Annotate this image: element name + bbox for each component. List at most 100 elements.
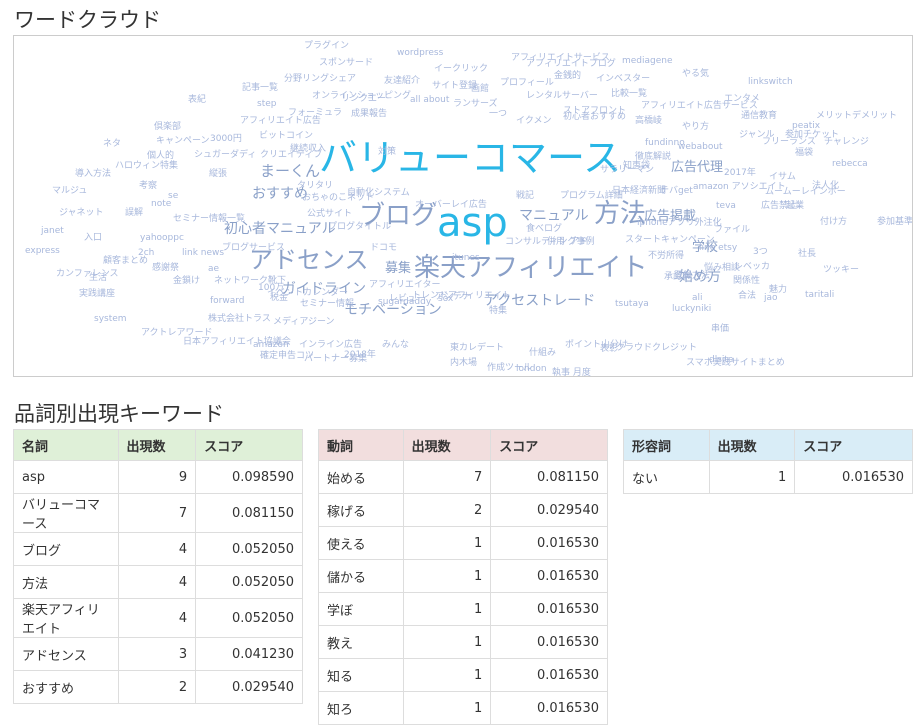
wordcloud-word: 徹底解説	[635, 150, 671, 162]
count-cell: 3	[117, 637, 197, 671]
score-cell: 0.016530	[490, 691, 608, 725]
score-cell: 0.098590	[195, 460, 303, 494]
wordcloud-word: 福袋	[795, 146, 813, 158]
wordcloud-word: バリューコマース	[319, 136, 621, 180]
count-cell: 4	[117, 598, 197, 638]
wordcloud-word: 感謝祭	[152, 261, 179, 273]
wordcloud-word: カンファレンス	[56, 268, 119, 279]
wordcloud-word: スマホ実践サイトまとめ	[686, 356, 785, 368]
keyword-cell: 知ろ	[318, 691, 404, 725]
wordcloud-word: スポンサード	[319, 57, 373, 68]
count-cell: 7	[402, 460, 492, 494]
wordcloud-word: amazon	[253, 340, 289, 350]
wordcloud-word: line etsy	[699, 243, 738, 253]
wordcloud-word: 戦記	[516, 189, 534, 201]
column-header-score: スコア	[195, 429, 303, 461]
table-row: asp 9 0.098590	[13, 460, 303, 494]
keyword-cell: アドセンス	[13, 637, 119, 671]
table-row: 稼げる 2 0.029540	[318, 493, 608, 527]
wordcloud-word: all about	[410, 95, 450, 105]
wordcloud-word: 東カレデート	[450, 341, 504, 353]
keyword-cell: 楽天アフィリエイト	[13, 598, 119, 638]
noun-table: 名詞 出現数 スコア asp 9 0.098590 バリューコマース 7 0.081150 ブロ…	[13, 429, 303, 704]
table-row: 楽天アフィリエイト 4 0.052050	[13, 598, 303, 638]
keyword-cell: 使える	[318, 526, 404, 560]
wordcloud-word: 比較一覧	[611, 87, 647, 99]
table-row: 方法 4 0.052050	[13, 565, 303, 599]
keyword-cell: 稼げる	[318, 493, 404, 527]
wordcloud-word: 食べログ	[526, 222, 562, 234]
wordcloud-word: janet	[40, 226, 64, 236]
wordcloud-word: 登録方法	[674, 269, 710, 281]
score-cell: 0.016530	[490, 526, 608, 560]
wordcloud-word: 関係性	[733, 274, 760, 286]
keyword-cell: asp	[13, 460, 119, 494]
table-header-row: 動詞 出現数 スコア	[318, 429, 608, 461]
table-row: ブログ 4 0.052050	[13, 532, 303, 566]
wordcloud-word: セミナー情報一覧	[173, 212, 245, 224]
column-header-score: スコア	[490, 429, 608, 461]
count-cell: 7	[117, 493, 197, 533]
wordcloud-word: mediagene	[622, 56, 673, 66]
table-row: 使える 1 0.016530	[318, 526, 608, 560]
score-cell: 0.029540	[195, 670, 303, 704]
table-row: アドセンス 3 0.041230	[13, 637, 303, 671]
wordcloud-word: system	[94, 314, 127, 324]
score-cell: 0.029540	[490, 493, 608, 527]
wordcloud-word: 縦張	[209, 167, 227, 179]
wordcloud-word: 合法	[738, 289, 756, 301]
table-row: バリューコマース 7 0.081150	[13, 493, 303, 533]
wordcloud-canvas: バリューコマースaspブログ 方法楽天アフィリエイトアドセンスまーくんおすすめ初心…	[25, 39, 912, 376]
wordcloud-word: メリットデメリット	[816, 109, 897, 121]
wordcloud-word: 高橋崚	[635, 114, 662, 126]
wordcloud-word: 初心者おすすめ	[563, 110, 626, 122]
wordcloud-word: 分野リングシェア	[284, 72, 356, 84]
wordcloud-word: 画館	[471, 82, 489, 94]
wordcloud-word: sugardaddy	[378, 297, 432, 307]
wordcloud-word: アフィリエイト広告サービス	[641, 99, 758, 111]
wordcloud-word: itunes	[452, 253, 480, 263]
wordcloud-word: 2017年	[724, 166, 756, 178]
wordcloud-word: forward	[210, 296, 245, 306]
table-row: おすすめ 2 0.029540	[13, 670, 303, 704]
wordcloud-word: 参加基準	[877, 215, 912, 227]
count-cell: 2	[117, 670, 197, 704]
score-cell: 0.052050	[195, 598, 303, 638]
wordcloud-word: ツッキー	[823, 265, 859, 275]
wordcloud-word: london	[516, 364, 547, 374]
wordcloud-word: 内木場	[450, 356, 477, 368]
wordcloud-word: 導入方法	[75, 167, 111, 179]
wordcloud-word: まーくん	[260, 162, 320, 180]
table-header-row: 形容詞 出現数 スコア	[623, 429, 913, 461]
wordcloud-word: メディアジーン	[273, 315, 335, 327]
wordcloud-word: taritali	[805, 290, 834, 300]
wordcloud-word: 自動化システム	[347, 186, 410, 198]
count-cell: 4	[117, 565, 197, 599]
keyword-cell: バリューコマース	[13, 493, 119, 533]
wordcloud-word: セミナー情報	[300, 297, 354, 309]
wordcloud-word: マニュアル	[519, 208, 589, 224]
wordcloud-word: 什組み	[529, 346, 556, 358]
wordcloud-word: 誤解	[125, 206, 143, 218]
wordcloud-word: プログタイトル	[328, 220, 391, 232]
wordcloud-word: プログラム詳細	[560, 189, 623, 201]
wordcloud-word: 募集	[385, 260, 411, 276]
wordcloud-word: 併用	[547, 235, 565, 247]
count-cell: 1	[402, 691, 492, 725]
wordcloud-word: 考察	[139, 179, 157, 191]
wordcloud-word: linkswitch	[748, 77, 793, 87]
wordcloud-word: 参加チケット	[785, 128, 839, 140]
wordcloud-word: 公式サイト	[307, 207, 352, 219]
wordcloud-word: teva	[716, 201, 736, 211]
wordcloud-word: イークリック	[434, 63, 488, 74]
wordcloud-word: 生活	[89, 271, 107, 283]
wordcloud-word: アフィリエイトブログ	[526, 57, 616, 69]
count-cell: 1	[402, 592, 492, 626]
table-row: ない 1 0.016530	[623, 460, 913, 494]
table-row: 始める 7 0.081150	[318, 460, 608, 494]
keyword-cell: ない	[623, 460, 710, 494]
wordcloud-word: 広告代理	[671, 160, 723, 175]
wordcloud-word: note	[151, 199, 172, 209]
wordcloud-word: iphoneアプリ外注化	[637, 216, 722, 228]
wordcloud-title: ワードクラウド	[14, 8, 161, 32]
